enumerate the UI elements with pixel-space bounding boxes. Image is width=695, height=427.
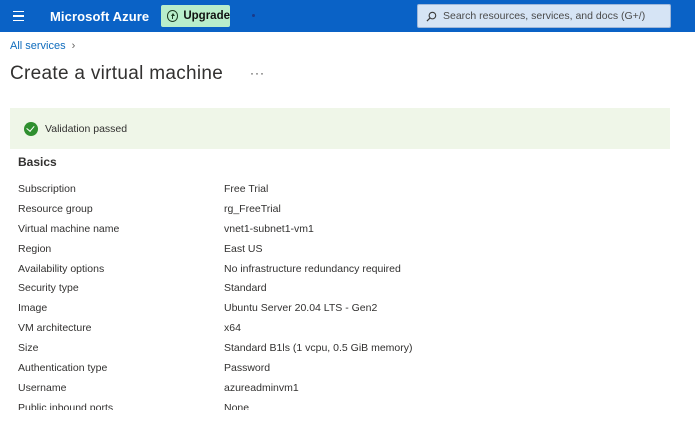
row-label: VM architecture: [18, 322, 92, 335]
row-value: Password: [224, 361, 271, 374]
row-value: vnet1-subnet1-vm1: [224, 222, 314, 235]
validation-message: Validation passed: [45, 122, 128, 135]
row-value: No infrastructure redundancy required: [224, 262, 401, 275]
row-value: Ubuntu Server 20.04 LTS - Gen2: [224, 302, 378, 315]
breadcrumb-all-services[interactable]: All services: [10, 40, 66, 52]
summary-row-region: Region East US: [18, 239, 678, 259]
row-label: Image: [18, 302, 48, 315]
hamburger-menu-icon[interactable]: [4, 0, 32, 32]
row-label: Size: [18, 342, 39, 355]
row-label: Resource group: [18, 202, 93, 215]
check-circle-icon: [24, 121, 38, 136]
separator-dot: [252, 14, 255, 17]
row-label: Username: [18, 381, 67, 394]
page-title: Create a virtual machine: [10, 63, 224, 84]
row-value: Standard B1ls (1 vcpu, 0.5 GiB memory): [224, 342, 413, 355]
more-options-button[interactable]: ···: [250, 66, 265, 80]
row-label: Availability options: [18, 262, 105, 275]
row-value: azureadminvm1: [224, 381, 299, 394]
summary-row-authentication: Authentication type Password: [18, 358, 678, 378]
upgrade-label: Upgrade: [183, 10, 230, 22]
search-input[interactable]: Search resources, services, and docs (G+…: [417, 4, 671, 28]
row-label: Security type: [18, 282, 79, 295]
row-label: Subscription: [18, 182, 76, 195]
row-label: Region: [18, 242, 52, 255]
summary-row-vm-architecture: VM architecture x64: [18, 318, 678, 338]
summary-row-availability: Availability options No infrastructure r…: [18, 259, 678, 279]
basics-summary: Subscription Free Trial Resource group r…: [18, 179, 678, 410]
row-value: Free Trial: [224, 182, 269, 195]
upgrade-icon: [167, 10, 179, 22]
row-value: x64: [224, 322, 241, 335]
summary-row-vm-name: Virtual machine name vnet1-subnet1-vm1: [18, 219, 678, 239]
row-value: rg_FreeTrial: [224, 202, 281, 215]
summary-row-size: Size Standard B1ls (1 vcpu, 0.5 GiB memo…: [18, 338, 678, 358]
summary-row-resource-group: Resource group rg_FreeTrial: [18, 199, 678, 219]
summary-row-username: Username azureadminvm1: [18, 378, 678, 398]
top-navigation-bar: Microsoft Azure Upgrade Search resources…: [0, 0, 695, 32]
row-label: Virtual machine name: [18, 222, 120, 235]
breadcrumb: All services ›: [10, 40, 75, 52]
chevron-right-icon: ›: [71, 40, 76, 52]
summary-row-public-inbound-ports: Public inbound ports None: [18, 398, 678, 410]
row-value: Standard: [224, 282, 267, 295]
validation-banner: Validation passed: [10, 108, 670, 149]
section-title-basics: Basics: [18, 155, 57, 169]
upgrade-button[interactable]: Upgrade: [161, 5, 230, 27]
summary-row-image: Image Ubuntu Server 20.04 LTS - Gen2: [18, 298, 678, 318]
summary-row-security-type: Security type Standard: [18, 278, 678, 298]
row-value: East US: [224, 242, 263, 255]
row-label: Public inbound ports: [18, 401, 114, 410]
row-value: None: [224, 401, 250, 410]
row-label: Authentication type: [18, 361, 108, 374]
portal-brand[interactable]: Microsoft Azure: [50, 9, 149, 24]
search-icon: [426, 11, 437, 22]
search-placeholder: Search resources, services, and docs (G+…: [443, 10, 646, 22]
summary-row-subscription: Subscription Free Trial: [18, 179, 678, 199]
